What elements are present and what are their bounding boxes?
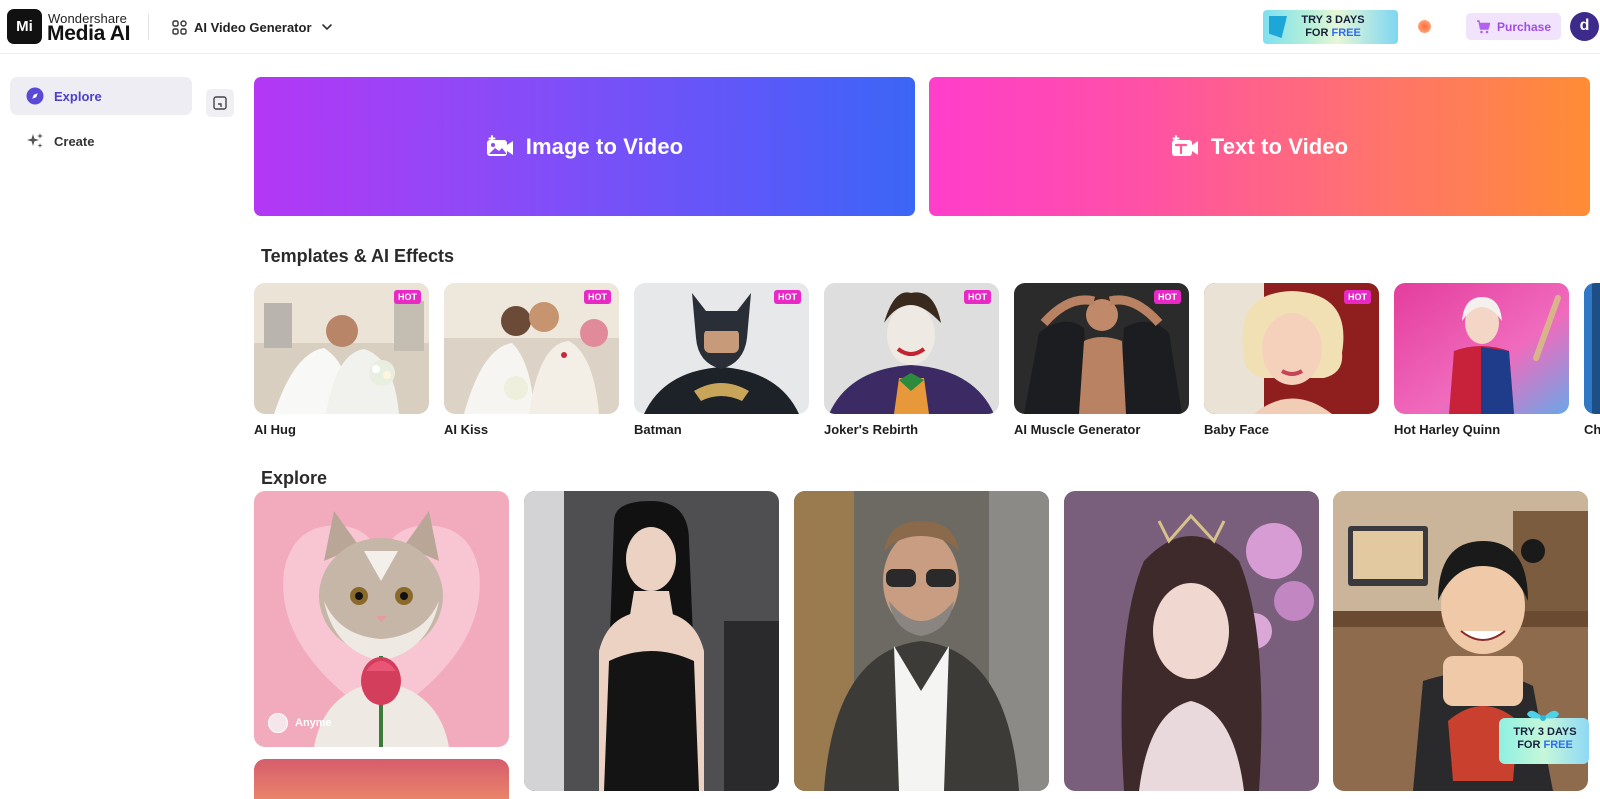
text-to-video-label: Text to Video xyxy=(1210,133,1349,159)
template-card-baby-face[interactable]: HOT Baby Face xyxy=(1204,283,1379,437)
template-card-hot-harley-quinn[interactable]: Hot Harley Quinn xyxy=(1394,283,1569,437)
explore-card-partial[interactable] xyxy=(254,759,509,799)
image-to-video-label: Image to Video xyxy=(525,133,684,159)
template-thumbnail[interactable] xyxy=(1584,283,1600,414)
sidebar-item-label: Create xyxy=(54,133,95,149)
template-card-jokers-rebirth[interactable]: HOT Joker's Rebirth xyxy=(824,283,999,437)
hot-badge: HOT xyxy=(964,290,991,304)
templates-carousel: HOT AI Hug HOT AI Kiss HOT Batman HOT Jo… xyxy=(254,283,1600,443)
explore-card[interactable] xyxy=(1064,491,1319,791)
template-name: Batman xyxy=(634,422,682,437)
author-name: Anyme xyxy=(295,717,332,729)
hot-badge: HOT xyxy=(1344,290,1371,304)
template-card-batman[interactable]: HOT Batman xyxy=(634,283,809,437)
floating-promo-text: TRY 3 DAYS FOR FREE xyxy=(1513,726,1577,751)
floating-free-trial-button[interactable]: TRY 3 DAYS FOR FREE xyxy=(1499,710,1589,764)
collapse-sidebar-button[interactable] xyxy=(206,89,234,117)
hot-badge: HOT xyxy=(584,290,611,304)
product-switcher-label: AI Video Generator xyxy=(194,19,312,35)
cart-icon xyxy=(1476,19,1491,33)
template-name: AI Muscle Generator xyxy=(1014,422,1141,437)
hot-badge: HOT xyxy=(774,290,801,304)
text-video-icon xyxy=(1171,134,1198,156)
template-card-partial[interactable]: Ch xyxy=(1584,283,1600,437)
media-ai-logo[interactable]: Mi xyxy=(7,9,42,44)
template-name: AI Hug xyxy=(254,422,296,437)
template-thumbnail[interactable]: HOT xyxy=(254,283,429,414)
compass-icon xyxy=(26,87,44,105)
template-card-ai-muscle-generator[interactable]: HOT AI Muscle Generator xyxy=(1014,283,1189,437)
chevron-down-icon xyxy=(321,24,332,31)
hot-badge: HOT xyxy=(394,290,421,304)
apps-grid-icon xyxy=(172,19,187,35)
hot-badge: HOT xyxy=(1154,290,1181,304)
purchase-button[interactable]: Purchase xyxy=(1466,13,1561,40)
template-name: Ch xyxy=(1584,422,1600,437)
template-thumbnail[interactable]: HOT xyxy=(1204,283,1379,414)
template-thumbnail[interactable] xyxy=(1394,283,1569,414)
sidebar-item-create[interactable]: Create xyxy=(10,122,192,160)
author-avatar xyxy=(268,713,288,733)
explore-section-title: Explore xyxy=(261,468,328,488)
template-name: AI Kiss xyxy=(444,422,489,437)
promo-text: TRY 3 DAYS FOR FREE xyxy=(1301,14,1365,39)
text-to-video-card[interactable]: Text to Video xyxy=(929,77,1590,216)
template-name: Hot Harley Quinn xyxy=(1394,422,1501,437)
card-author[interactable]: Anyme xyxy=(268,713,332,733)
explore-card[interactable]: Anyme xyxy=(254,491,509,747)
sparkle-icon xyxy=(27,133,43,148)
template-thumbnail[interactable]: HOT xyxy=(444,283,619,414)
sidebar-collapse-icon xyxy=(213,96,227,110)
explore-card[interactable] xyxy=(524,491,779,791)
image-video-icon xyxy=(486,134,513,156)
sidebar-item-explore[interactable]: Explore xyxy=(10,77,192,115)
header-divider xyxy=(148,14,149,40)
template-card-ai-kiss[interactable]: HOT AI Kiss xyxy=(444,283,619,437)
ribbon-icon xyxy=(1269,16,1287,38)
free-trial-promo-button[interactable]: TRY 3 DAYS FOR FREE xyxy=(1263,10,1398,44)
sidebar-item-label: Explore xyxy=(54,88,102,104)
templates-section-title: Templates & AI Effects xyxy=(261,246,455,266)
template-thumbnail[interactable]: HOT xyxy=(1014,283,1189,414)
purchase-label: Purchase xyxy=(1496,19,1552,34)
gift-bow-icon xyxy=(1527,710,1559,721)
template-thumbnail[interactable]: HOT xyxy=(824,283,999,414)
template-thumbnail[interactable]: HOT xyxy=(634,283,809,414)
image-to-video-card[interactable]: Image to Video xyxy=(254,77,915,216)
brand-name-main: Media AI xyxy=(47,22,131,45)
explore-card[interactable] xyxy=(794,491,1049,791)
product-switcher[interactable]: AI Video Generator xyxy=(172,14,335,40)
template-name: Joker's Rebirth xyxy=(824,422,919,437)
top-bar: Mi Wondershare Media AI AI Video Generat… xyxy=(0,0,1600,54)
user-avatar[interactable]: d xyxy=(1570,12,1599,41)
template-card-ai-hug[interactable]: HOT AI Hug xyxy=(254,283,429,437)
template-name: Baby Face xyxy=(1204,422,1270,437)
notification-dot-icon[interactable] xyxy=(1418,20,1431,33)
